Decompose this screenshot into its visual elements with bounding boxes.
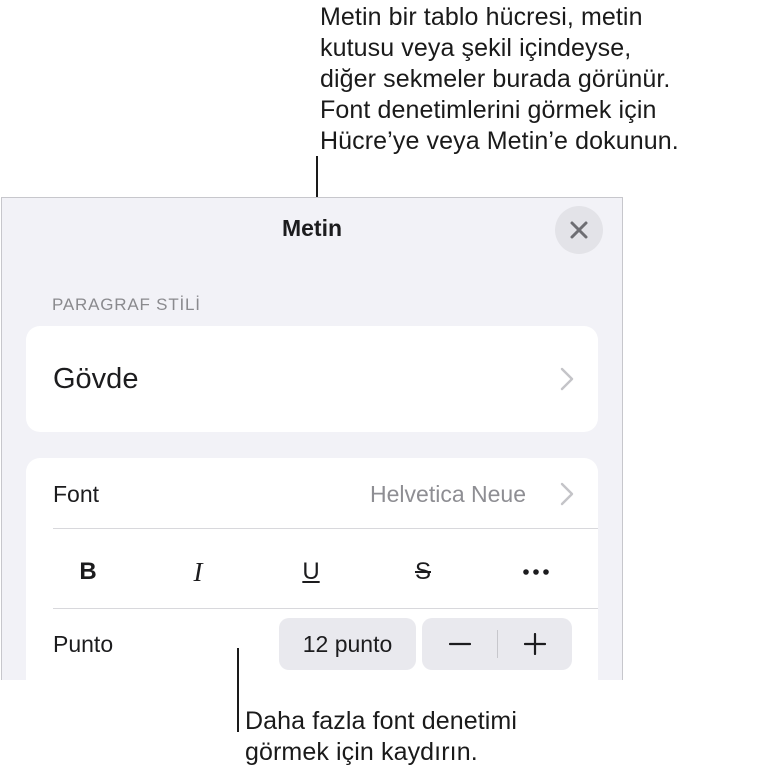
callout-line: görmek için kaydırın. bbox=[245, 738, 478, 766]
more-options-button[interactable] bbox=[496, 550, 576, 594]
bottom-callout: Daha fazla font denetimi görmek için kay… bbox=[245, 706, 517, 768]
text-format-panel: Metin PARAGRAF STİLİ Gövde Font Helvetic… bbox=[1, 197, 623, 680]
callout-line: kutusu veya şekil içindeyse, bbox=[320, 34, 632, 62]
italic-button[interactable]: I bbox=[158, 550, 238, 594]
strikethrough-button[interactable]: S bbox=[383, 550, 463, 594]
panel-title: Metin bbox=[281, 215, 343, 241]
paragraph-style-header: PARAGRAF STİLİ bbox=[52, 295, 201, 314]
bottom-leader-line bbox=[237, 648, 239, 732]
underline-button[interactable]: U bbox=[271, 550, 351, 594]
top-callout: Metin bir tablo hücresi, metin kutusu ve… bbox=[320, 2, 679, 157]
font-size-stepper bbox=[422, 618, 572, 670]
divider bbox=[53, 608, 598, 609]
chevron-right-icon bbox=[560, 482, 574, 506]
font-size-field[interactable]: 12 punto bbox=[279, 618, 416, 670]
callout-line: Hücre’ye veya Metin’e dokunun. bbox=[320, 127, 679, 155]
size-label: Punto bbox=[53, 631, 114, 657]
close-button[interactable] bbox=[555, 206, 603, 254]
font-label: Font bbox=[53, 481, 100, 507]
divider bbox=[53, 528, 598, 529]
ellipsis-icon bbox=[523, 569, 549, 575]
bold-button[interactable]: B bbox=[48, 550, 128, 594]
minus-icon bbox=[448, 642, 471, 646]
xmark-icon bbox=[570, 221, 588, 239]
font-value: Helvetica Neue bbox=[370, 481, 526, 507]
font-row[interactable]: Font Helvetica Neue bbox=[26, 458, 598, 528]
callout-line: diğer sekmeler burada görünür. bbox=[320, 65, 671, 93]
callout-line: Font denetimlerini görmek için bbox=[320, 96, 657, 124]
callout-line: Daha fazla font denetimi bbox=[245, 707, 518, 735]
increase-size-button[interactable] bbox=[497, 618, 572, 670]
chevron-right-icon bbox=[560, 367, 574, 391]
callout-line: Metin bir tablo hücresi, metin bbox=[320, 3, 643, 31]
decrease-size-button[interactable] bbox=[422, 618, 497, 670]
font-settings-card: Font Helvetica Neue B I U S Punto 12 pun… bbox=[26, 458, 598, 680]
paragraph-style-value: Gövde bbox=[53, 363, 139, 395]
paragraph-style-row[interactable]: Gövde bbox=[26, 326, 598, 432]
plus-icon bbox=[523, 633, 546, 655]
